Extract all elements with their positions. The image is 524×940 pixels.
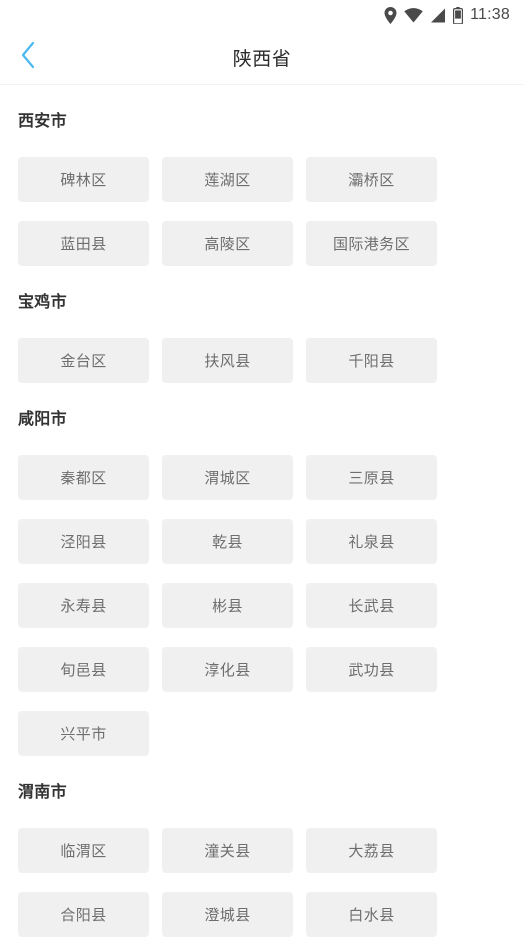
city-section-title: 宝鸡市 [18, 294, 67, 311]
district-chip[interactable]: 国际港务区 [306, 221, 437, 266]
district-chip[interactable]: 合阳县 [18, 892, 149, 937]
city-section: 宝鸡市金台区 扶风县 千阳县 [18, 266, 506, 383]
district-chip[interactable]: 高陵区 [162, 221, 293, 266]
district-chip[interactable]: 秦都区 [18, 455, 149, 500]
district-chip[interactable]: 三原县 [306, 455, 437, 500]
city-section: 西安市碑林区 莲湖区 灞桥区蓝田县 高陵区 国际港务区 [18, 85, 506, 266]
district-chip[interactable]: 澄城县 [162, 892, 293, 937]
city-section-title: 咸阳市 [18, 411, 67, 428]
city-section-title: 渭南市 [18, 784, 67, 801]
district-chip[interactable]: 渭城区 [162, 455, 293, 500]
district-chip[interactable]: 金台区 [18, 338, 149, 383]
district-chip[interactable]: 淳化县 [162, 647, 293, 692]
city-section: 咸阳市秦都区 渭城区 三原县泾阳县 乾县 礼泉县永寿县 彬县 长武县旬邑县 淳化县 武功县兴平市 [18, 383, 506, 756]
district-chip[interactable]: 永寿县 [18, 583, 149, 628]
district-chip[interactable]: 千阳县 [306, 338, 437, 383]
district-chip-grid: 秦都区 渭城区 三原县泾阳县 乾县 礼泉县永寿县 彬县 长武县旬邑县 淳化县 武功县兴平市 [18, 455, 506, 756]
district-chip[interactable]: 乾县 [162, 519, 293, 564]
district-chip[interactable]: 碑林区 [18, 157, 149, 202]
status-time: 11:38 [470, 6, 510, 23]
district-chip-grid: 临渭区 潼关县 大荔县合阳县 澄城县 白水县 [18, 828, 506, 937]
district-chip[interactable]: 灞桥区 [306, 157, 437, 202]
status-icon-group [384, 6, 464, 24]
district-list[interactable]: 西安市碑林区 莲湖区 灞桥区蓝田县 高陵区 国际港务区宝鸡市金台区 扶风县 千阳县咸阳市秦都… [0, 85, 524, 940]
location-pin-icon [384, 6, 397, 24]
district-chip[interactable]: 临渭区 [18, 828, 149, 873]
district-chip-grid: 碑林区 莲湖区 灞桥区蓝田县 高陵区 国际港务区 [18, 157, 506, 266]
district-chip-grid: 金台区 扶风县 千阳县 [18, 338, 506, 383]
district-chip[interactable]: 泾阳县 [18, 519, 149, 564]
district-chip[interactable]: 扶风县 [162, 338, 293, 383]
district-chip[interactable]: 潼关县 [162, 828, 293, 873]
district-chip[interactable]: 长武县 [306, 583, 437, 628]
battery-icon [453, 6, 464, 24]
district-chip[interactable]: 大荔县 [306, 828, 437, 873]
district-chip[interactable]: 莲湖区 [162, 157, 293, 202]
district-chip[interactable]: 礼泉县 [306, 519, 437, 564]
district-chip[interactable]: 兴平市 [18, 711, 149, 756]
city-section: 渭南市临渭区 潼关县 大荔县合阳县 澄城县 白水县 [18, 756, 506, 937]
chevron-left-icon [20, 41, 36, 74]
back-button[interactable] [6, 30, 50, 85]
title-bar: 陕西省 [0, 30, 524, 85]
wifi-icon [404, 7, 423, 23]
district-chip[interactable]: 武功县 [306, 647, 437, 692]
page-title: 陕西省 [232, 48, 292, 70]
signal-icon [430, 8, 446, 23]
district-chip[interactable]: 蓝田县 [18, 221, 149, 266]
district-chip[interactable]: 白水县 [306, 892, 437, 937]
city-section-title: 西安市 [18, 113, 67, 130]
district-chip[interactable]: 彬县 [162, 583, 293, 628]
status-bar: 11:38 [0, 0, 524, 30]
district-chip[interactable]: 旬邑县 [18, 647, 149, 692]
